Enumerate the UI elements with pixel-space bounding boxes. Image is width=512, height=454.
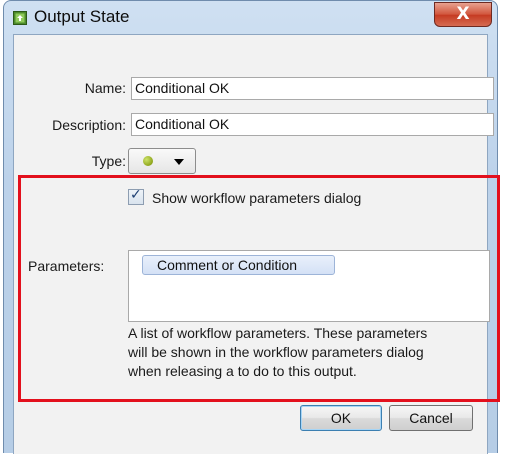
help-line: A list of workflow parameters. These par…	[128, 325, 428, 341]
parameters-help-text: A list of workflow parameters. These par…	[128, 324, 498, 381]
parameters-label: Parameters:	[28, 258, 105, 274]
name-field[interactable]: Conditional OK	[131, 77, 494, 100]
title-bar[interactable]: Output State X	[4, 1, 497, 33]
show-dialog-checkbox[interactable]: ✓	[128, 187, 144, 205]
cancel-button[interactable]: Cancel	[389, 405, 473, 431]
chevron-down-icon	[174, 159, 184, 165]
help-line: will be shown in the workflow parameters…	[128, 344, 424, 360]
description-label: Description:	[52, 117, 126, 133]
show-dialog-label[interactable]: Show workflow parameters dialog	[152, 190, 361, 206]
type-label: Type:	[91, 153, 126, 169]
ok-button[interactable]: OK	[300, 405, 382, 431]
description-field[interactable]: Conditional OK	[131, 113, 494, 136]
help-line: when releasing a to do to this output.	[128, 363, 357, 379]
close-icon: X	[456, 4, 470, 24]
parameters-list[interactable]: Comment or Condition	[128, 250, 490, 322]
output-state-icon	[13, 11, 27, 25]
close-button[interactable]: X	[434, 2, 492, 27]
name-label: Name:	[84, 80, 126, 96]
state-color-icon	[143, 156, 153, 166]
parameter-item[interactable]: Comment or Condition	[142, 255, 335, 275]
checkmark-icon: ✓	[130, 187, 142, 203]
type-dropdown[interactable]	[128, 148, 196, 174]
dialog-title: Output State	[34, 7, 130, 26]
